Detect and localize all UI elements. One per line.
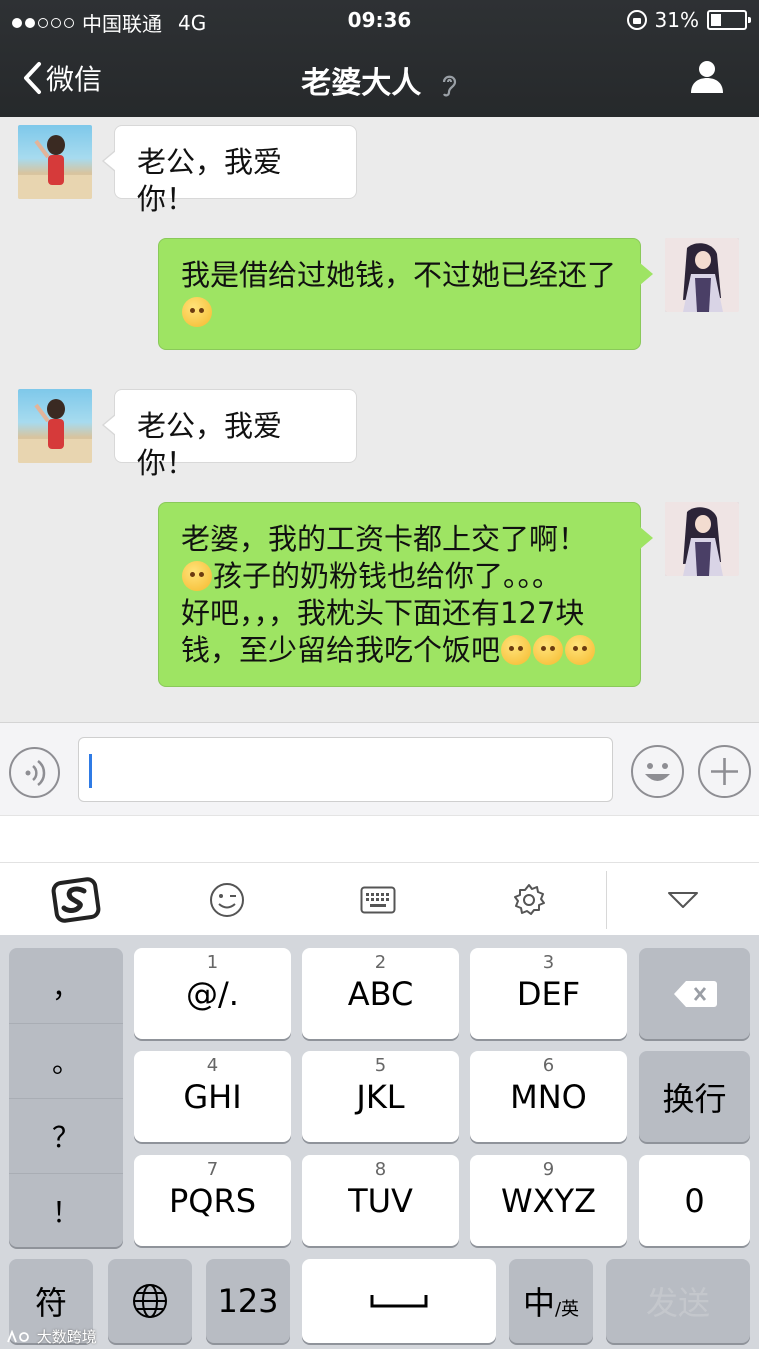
sad-emoji-icon (501, 635, 532, 665)
plus-icon (711, 758, 738, 785)
key-1[interactable]: 1 @/. (134, 948, 291, 1039)
backspace-key[interactable] (639, 948, 750, 1039)
sogou-logo-icon (51, 876, 101, 923)
avatar-self[interactable] (665, 238, 739, 312)
punct-key[interactable]: ？ (9, 1098, 123, 1173)
globe-key[interactable] (108, 1259, 192, 1343)
globe-icon (133, 1284, 167, 1318)
avatar-self[interactable] (665, 502, 739, 576)
key-4[interactable]: 4 GHI (134, 1051, 291, 1142)
emoji-icon (645, 763, 670, 781)
sad-emoji-icon (533, 635, 564, 665)
settings-button[interactable] (491, 863, 567, 936)
keyboard-toolbar (0, 862, 759, 935)
settings-gear-icon (514, 883, 545, 915)
nav-bar: 微信 老婆大人 (0, 40, 759, 117)
message-bubble[interactable]: 老婆，我的工资卡都上交了啊！ 孩子的奶粉钱也给你了。。。 好吧，，，我枕头下面还… (158, 502, 653, 687)
hide-keyboard-button[interactable] (645, 863, 721, 936)
avatar-wife[interactable] (18, 125, 92, 199)
punct-key[interactable]: ！ (9, 1173, 123, 1248)
crying-emoji-icon (182, 297, 212, 327)
key-3[interactable]: 3 DEF (470, 948, 627, 1039)
message-input[interactable] (78, 737, 613, 802)
key-9[interactable]: 9 WXYZ (470, 1155, 627, 1246)
more-button[interactable] (698, 745, 751, 798)
message-text: 我是借给过她钱，不过她已经还了 (181, 258, 617, 292)
message-line-wrap: 钱，至少留给我吃个饭吧 (181, 632, 618, 669)
input-bar (0, 722, 759, 815)
keyboard-icon (360, 886, 396, 913)
punct-key[interactable]: ， (9, 948, 123, 1023)
key-0[interactable]: 0 (639, 1155, 750, 1246)
watermark: 大数跨境 (6, 1326, 97, 1347)
key-2[interactable]: 2 ABC (302, 948, 459, 1039)
language-toggle-key[interactable]: 中/英 (509, 1259, 593, 1343)
wink-emoji-icon (210, 882, 244, 917)
message-line: 钱，至少留给我吃个饭吧 (181, 633, 501, 667)
message-bubble[interactable]: 老公，我爱你！ (102, 125, 357, 216)
status-bar: 中国联通 4G 09:36 31% (0, 6, 759, 36)
battery-percent: 31% (654, 8, 699, 32)
message-line: 好吧，，，我枕头下面还有127块 (181, 596, 585, 630)
chat-area[interactable]: 老公，我爱你！ 我是借给过她钱，不过她已经还了 老公，我爱你！ 老婆，我的工资卡… (0, 117, 759, 722)
backspace-icon (673, 980, 717, 1007)
text-caret (89, 754, 92, 788)
keyboard: ， 。 ？ ！ 1 @/. 2 ABC 3 DEF 4 GHI 5 JKL 6 MNO 换行… (0, 935, 759, 1349)
chat-title: 老婆大人 (0, 58, 759, 102)
punct-key[interactable]: 。 (9, 1023, 123, 1098)
ear-icon (442, 75, 456, 96)
message-bubble[interactable]: 老公，我爱你！ (102, 389, 357, 480)
profile-button[interactable] (689, 58, 725, 98)
send-key[interactable]: 发送 (606, 1259, 750, 1343)
message-text: 老公，我爱你！ (137, 409, 283, 480)
key-7[interactable]: 7 PQRS (134, 1155, 291, 1246)
message-line: 孩子的奶粉钱也给你了。。。 (213, 559, 562, 593)
rotation-lock-icon (626, 10, 647, 30)
sad-emoji-icon (565, 635, 596, 665)
numbers-key[interactable]: 123 (206, 1259, 290, 1343)
emoji-button[interactable] (631, 745, 684, 798)
punctuation-column[interactable]: ， 。 ？ ！ (9, 948, 123, 1247)
watermark-logo-icon (7, 1329, 29, 1343)
voice-icon (25, 760, 46, 786)
status-right: 31% (626, 8, 751, 32)
battery-icon (707, 10, 751, 30)
profile-icon (691, 61, 723, 93)
candidate-bar[interactable] (0, 815, 759, 862)
voice-button[interactable] (9, 747, 60, 798)
key-8[interactable]: 8 TUV (302, 1155, 459, 1246)
toolbar-divider (606, 871, 607, 929)
key-5[interactable]: 5 JKL (302, 1051, 459, 1142)
space-icon (370, 1295, 428, 1308)
key-6[interactable]: 6 MNO (470, 1051, 627, 1142)
newline-key[interactable]: 换行 (639, 1051, 750, 1142)
message-line-wrap: 孩子的奶粉钱也给你了。。。 (181, 558, 618, 595)
keyboard-switch-button[interactable] (340, 863, 416, 936)
message-line: 老婆，我的工资卡都上交了啊！ (181, 522, 588, 556)
space-key[interactable] (302, 1259, 496, 1343)
collapse-triangle-icon (668, 891, 698, 908)
top-bar: 中国联通 4G 09:36 31% 微信 老婆大人 (0, 0, 759, 117)
avatar-wife[interactable] (18, 389, 92, 463)
crying-emoji-icon (182, 561, 212, 591)
emoji-panel-button[interactable] (189, 863, 265, 936)
message-bubble[interactable]: 我是借给过她钱，不过她已经还了 (158, 238, 653, 350)
message-text: 老公，我爱你！ (137, 145, 283, 216)
sogou-logo-button[interactable] (38, 863, 114, 936)
chat-title-text: 老婆大人 (301, 66, 422, 101)
